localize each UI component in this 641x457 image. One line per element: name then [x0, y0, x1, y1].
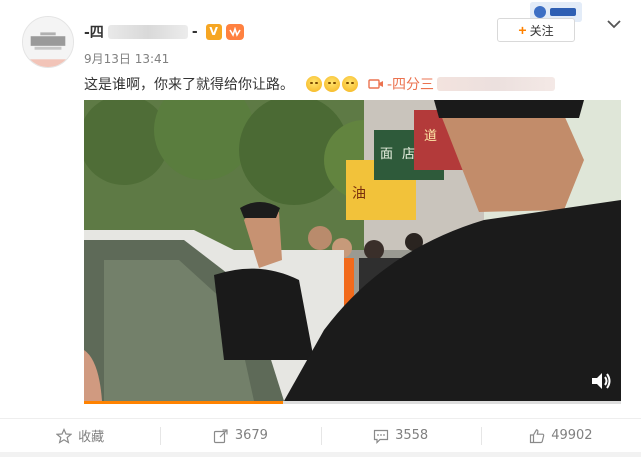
emoji-icon: [342, 76, 358, 92]
username[interactable]: -四: [84, 22, 104, 42]
vip-badge-icon: [225, 24, 244, 40]
shop-sign-text-3: 店: [402, 147, 415, 162]
emoji-icon: [306, 76, 322, 92]
share-icon: [213, 428, 228, 443]
username-suffix: -: [191, 24, 198, 40]
favorite-label: 收藏: [78, 430, 105, 445]
post-text-row: 这是谁啊，你来了就得给你让路。 -四分三: [84, 73, 556, 95]
video-frame: 油 面 店 道: [84, 100, 621, 401]
video-progress-bar[interactable]: [84, 401, 621, 404]
video-link-label: -四分三: [387, 77, 435, 93]
star-outline-icon: [56, 427, 73, 444]
weibo-post-card: -四 - V 9月13日 13:41 + 关注 这是谁啊，你来了就得给你让路。: [0, 0, 641, 457]
video-camera-icon: [368, 79, 383, 89]
video-link[interactable]: -四分三: [368, 74, 556, 94]
thumbs-up-icon: [530, 428, 545, 443]
video-player[interactable]: 油 面 店 道: [84, 100, 621, 401]
shop-sign-text-2: 面: [380, 147, 393, 162]
like-button[interactable]: 49902: [480, 419, 641, 452]
volume-icon[interactable]: [588, 368, 614, 394]
chevron-down-icon[interactable]: [604, 16, 624, 32]
share-button[interactable]: 3679: [160, 419, 320, 452]
user-row: -四 - V: [84, 22, 244, 42]
comment-button[interactable]: 3558: [320, 419, 481, 452]
follow-button[interactable]: + 关注: [497, 18, 575, 42]
shop-sign-text-1: 油: [352, 186, 366, 202]
video-progress-fill: [84, 401, 283, 404]
like-count: 49902: [551, 428, 593, 443]
shop-sign-text-4: 道: [424, 129, 437, 144]
comment-count: 3558: [395, 428, 429, 443]
share-count: 3679: [234, 428, 268, 443]
avatar[interactable]: [22, 16, 74, 68]
card-bottom-divider: [0, 452, 641, 457]
follow-label: 关注: [529, 23, 554, 38]
comment-icon: [373, 429, 389, 444]
post-text: 这是谁啊，你来了就得给你让路。: [84, 77, 294, 93]
plus-icon: +: [518, 22, 527, 38]
action-bar: 收藏 3679 3558 49902: [0, 418, 641, 452]
video-link-redacted: [437, 77, 556, 91]
post-timestamp[interactable]: 9月13日 13:41: [84, 50, 169, 67]
verified-badge-icon: V: [205, 24, 222, 40]
username-redacted: [107, 25, 188, 39]
favorite-button[interactable]: 收藏: [0, 419, 160, 452]
emoji-icon: [324, 76, 340, 92]
